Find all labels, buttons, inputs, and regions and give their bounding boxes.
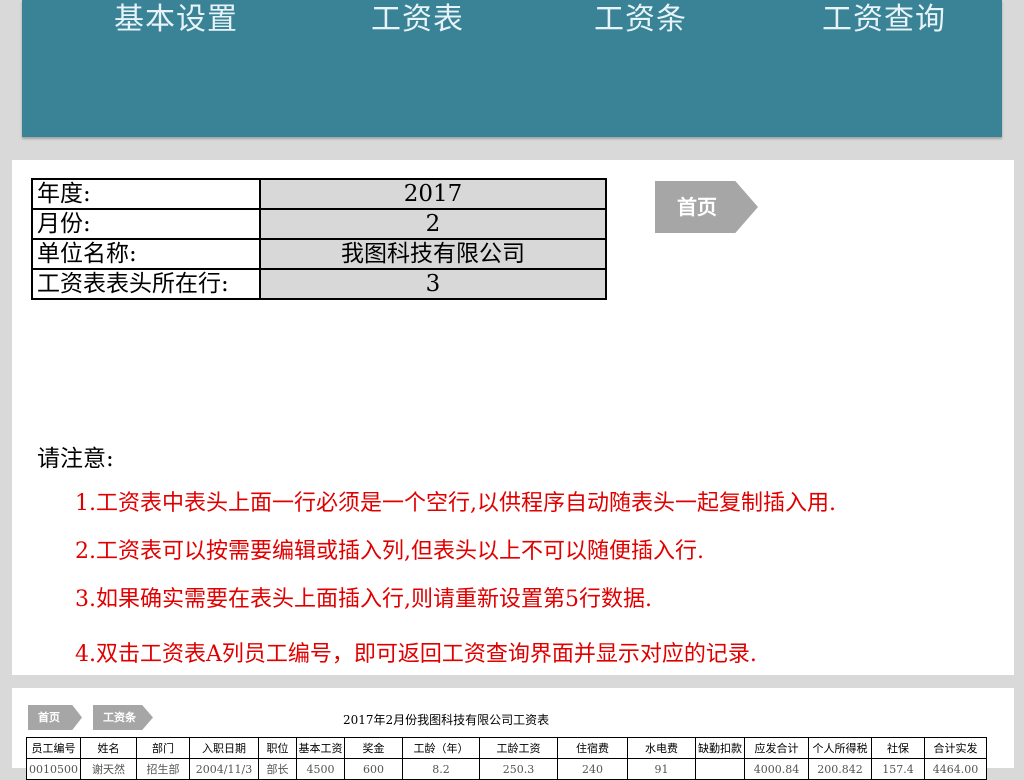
col-net-total: 合计实发 xyxy=(924,737,987,759)
notice-title: 请注意: xyxy=(37,446,114,472)
col-utility-fee: 水电费 xyxy=(627,737,696,759)
col-lodging-fee: 住宿费 xyxy=(557,737,628,759)
cell-utility-fee: 91 xyxy=(627,758,696,780)
cell-absence-deduction xyxy=(695,758,745,780)
cell-net-total: 4464.00 xyxy=(924,758,987,780)
table-row: 0010500 谢天然 招生部 2004/11/3 部长 4500 600 8.… xyxy=(26,758,987,780)
col-base-salary: 基本工资 xyxy=(296,737,345,759)
nav-basic-settings[interactable]: 基本设置 xyxy=(114,0,238,38)
company-name-value-cell[interactable]: 我图科技有限公司 xyxy=(259,238,607,270)
notice-item-2: 2.工资表可以按需要编辑或插入列,但表头以上不可以随便插入行. xyxy=(75,539,704,564)
settings-table: 年度: 2017 月份: 2 单位名称: 我图科技有限公司 工资表表头所在行: … xyxy=(31,178,607,300)
cell-social-insurance: 157.4 xyxy=(871,758,925,780)
col-employee-id: 员工编号 xyxy=(26,737,81,759)
cell-position: 部长 xyxy=(258,758,297,780)
year-label: 年度: xyxy=(31,178,261,210)
cell-seniority-pay: 250.3 xyxy=(479,758,558,780)
col-social-insurance: 社保 xyxy=(871,737,925,759)
cell-income-tax: 200.842 xyxy=(808,758,872,780)
col-name: 姓名 xyxy=(80,737,137,759)
sheet-home-button[interactable]: 首页 xyxy=(28,705,82,730)
col-absence-deduction: 缺勤扣款 xyxy=(695,737,745,759)
year-value-cell[interactable]: 2017 xyxy=(259,178,607,210)
col-position: 职位 xyxy=(258,737,297,759)
nav-salary-query[interactable]: 工资查询 xyxy=(822,0,946,38)
col-seniority-years: 工龄（年） xyxy=(402,737,480,759)
cell-seniority-years: 8.2 xyxy=(402,758,480,780)
cell-bonus: 600 xyxy=(344,758,403,780)
cell-employee-id[interactable]: 0010500 xyxy=(26,758,81,780)
month-value-cell[interactable]: 2 xyxy=(259,208,607,240)
sheet-salary-slip-button[interactable]: 工资条 xyxy=(93,705,153,730)
cell-name: 谢天然 xyxy=(80,758,137,780)
cell-base-salary: 4500 xyxy=(296,758,345,780)
col-bonus: 奖金 xyxy=(344,737,403,759)
nav-salary-sheet[interactable]: 工资表 xyxy=(371,0,464,38)
col-gross-total: 应发合计 xyxy=(744,737,809,759)
company-name-label: 单位名称: xyxy=(31,238,261,270)
cell-department: 招生部 xyxy=(136,758,190,780)
notice-item-4: 4.双击工资表A列员工编号，即可返回工资查询界面并显示对应的记录. xyxy=(75,642,757,667)
col-seniority-pay: 工龄工资 xyxy=(479,737,558,759)
cell-lodging-fee: 240 xyxy=(557,758,628,780)
col-hire-date: 入职日期 xyxy=(189,737,259,759)
payroll-header-row: 员工编号 姓名 部门 入职日期 职位 基本工资 奖金 工龄（年） 工龄工资 住宿… xyxy=(26,737,987,759)
payroll-table: 员工编号 姓名 部门 入职日期 职位 基本工资 奖金 工龄（年） 工龄工资 住宿… xyxy=(26,737,987,780)
nav-salary-slip[interactable]: 工资条 xyxy=(594,0,687,38)
cell-gross-total: 4000.84 xyxy=(744,758,809,780)
sheet-title: 2017年2月份我图科技有限公司工资表 xyxy=(343,713,550,727)
notice-item-3: 3.如果确实需要在表头上面插入行,则请重新设置第5行数据. xyxy=(75,587,652,612)
header-row-label: 工资表表头所在行: xyxy=(31,268,261,300)
col-department: 部门 xyxy=(136,737,190,759)
col-income-tax: 个人所得税 xyxy=(808,737,872,759)
month-label: 月份: xyxy=(31,208,261,240)
cell-hire-date: 2004/11/3 xyxy=(189,758,259,780)
header-row-value-cell[interactable]: 3 xyxy=(259,268,607,300)
top-navigation: 基本设置 工资表 工资条 工资查询 xyxy=(22,0,1002,137)
notice-item-1: 1.工资表中表头上面一行必须是一个空行,以供程序自动随表头一起复制插入用. xyxy=(75,491,836,516)
